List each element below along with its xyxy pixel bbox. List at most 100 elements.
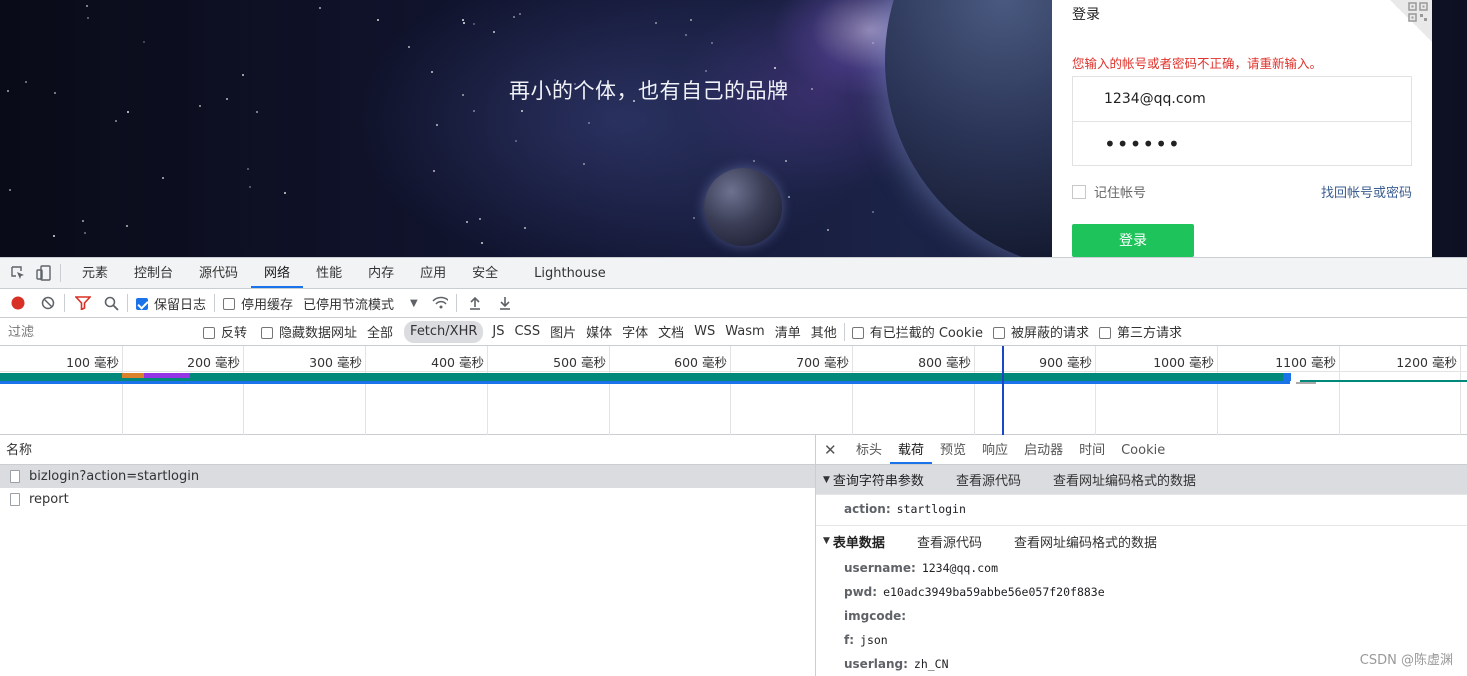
invert-label: 反转: [221, 326, 248, 341]
checkbox-unchecked[interactable]: [261, 326, 274, 339]
timeline-bar-report-connection: [1300, 380, 1467, 382]
resource-type-filter[interactable]: JS: [487, 321, 509, 343]
search-icon[interactable]: [103, 295, 119, 311]
detail-tab[interactable]: 响应: [974, 435, 1016, 464]
inspect-element-icon[interactable]: [10, 265, 26, 281]
star: [114, 119, 117, 122]
login-title: 登录: [1072, 7, 1100, 23]
timeline-gridline: [487, 346, 488, 435]
close-icon[interactable]: ✕: [824, 441, 844, 459]
form-view-url-encoded-link[interactable]: 查看网址编码格式的数据: [1014, 532, 1157, 551]
clear-icon[interactable]: [40, 295, 56, 311]
resource-type-filter[interactable]: Fetch/XHR: [404, 320, 484, 343]
export-har-icon[interactable]: [497, 295, 513, 311]
login-submit-button[interactable]: 登录: [1072, 224, 1194, 257]
login-error-message: 您输入的帐号或者密码不正确，请重新输入。: [1072, 56, 1323, 71]
disable-cache-checkbox[interactable]: 停用缓存: [223, 294, 293, 313]
devtools-tab[interactable]: 网络: [251, 258, 304, 288]
network-overview-timeline[interactable]: 100 毫秒 200 毫秒 300 毫秒 400 毫秒 500 毫秒 600 毫秒 700 …: [0, 346, 1467, 435]
third-party-checkbox[interactable]: 第三方请求: [1094, 321, 1187, 343]
param-value: json: [860, 633, 888, 647]
resource-type-filter[interactable]: 清单: [770, 321, 806, 343]
request-row[interactable]: report: [0, 488, 815, 511]
separator: [64, 294, 65, 312]
param-row[interactable]: imgcode:: [816, 604, 1467, 628]
separator: [843, 322, 845, 341]
request-list: 名称 bizlogin?action=startlogin report: [0, 435, 816, 676]
detail-tab[interactable]: 标头: [848, 435, 890, 464]
devtools-tab[interactable]: 安全: [459, 258, 511, 288]
third-party-label: 第三方请求: [1117, 326, 1183, 341]
timeline-tick-label: 900 毫秒: [1039, 355, 1092, 370]
checkbox-unchecked[interactable]: [992, 326, 1005, 339]
network-conditions-icon[interactable]: [432, 295, 448, 311]
timeline-tick-label: 1100 毫秒: [1275, 355, 1336, 370]
qr-login-corner[interactable]: [1390, 0, 1432, 42]
resource-type-filter[interactable]: 全部: [362, 321, 398, 343]
resource-type-filter[interactable]: WS: [689, 321, 720, 343]
filter-input[interactable]: [4, 321, 190, 342]
checkbox-unchecked[interactable]: [851, 326, 864, 339]
invert-checkbox[interactable]: 反转: [198, 321, 252, 343]
detail-tab[interactable]: 预览: [932, 435, 974, 464]
device-toolbar-icon[interactable]: [36, 265, 52, 281]
file-icon: [10, 493, 20, 506]
preserve-log-checkbox[interactable]: 保留日志: [136, 294, 206, 313]
remember-account-checkbox[interactable]: 记住帐号: [1072, 182, 1146, 201]
param-row[interactable]: action: startlogin: [816, 497, 1467, 521]
detail-tab[interactable]: 时间: [1071, 435, 1113, 464]
query-view-url-encoded-link[interactable]: 查看网址编码格式的数据: [1053, 470, 1196, 489]
star: [523, 226, 526, 229]
star: [246, 167, 249, 170]
resource-type-filter[interactable]: 文档: [653, 321, 689, 343]
blocked-requests-checkbox[interactable]: 被屏蔽的请求: [988, 321, 1094, 343]
checkbox-unchecked[interactable]: [1099, 326, 1111, 339]
resource-type-filter[interactable]: Wasm: [720, 321, 769, 343]
hide-data-urls-checkbox[interactable]: 隐藏数据网址: [256, 321, 362, 343]
devtools-tab[interactable]: 控制台: [121, 258, 186, 288]
filter-icon[interactable]: [75, 295, 91, 311]
blocked-cookies-checkbox[interactable]: 有已拦截的 Cookie: [847, 321, 988, 343]
devtools-tab[interactable]: 源代码: [186, 258, 251, 288]
timeline-marker-line: [1002, 346, 1004, 435]
param-row[interactable]: pwd: e10adc3949ba59abbe56e057f20f883e: [816, 580, 1467, 604]
column-header-name[interactable]: 名称: [0, 435, 815, 465]
param-row[interactable]: username: 1234@qq.com: [816, 556, 1467, 580]
star: [512, 16, 515, 19]
resource-type-filter[interactable]: 字体: [617, 321, 653, 343]
checkbox-box[interactable]: [1072, 184, 1086, 199]
detail-tab[interactable]: Cookie: [1113, 435, 1173, 464]
devtools-tab[interactable]: 内存: [355, 258, 407, 288]
forgot-password-link[interactable]: 找回帐号或密码: [1321, 182, 1412, 201]
checkbox-checked[interactable]: [136, 298, 148, 310]
timeline-gridline: [1339, 346, 1340, 435]
param-key: pwd:: [844, 585, 878, 599]
username-input[interactable]: 1234@qq.com: [1072, 76, 1412, 121]
checkbox-unchecked[interactable]: [203, 326, 215, 339]
resource-type-filter[interactable]: 图片: [545, 321, 581, 343]
detail-tab[interactable]: 载荷: [890, 435, 933, 464]
qr-code-icon[interactable]: [1408, 2, 1428, 22]
resource-type-filter[interactable]: 其他: [806, 321, 842, 343]
query-view-source-link[interactable]: 查看源代码: [956, 470, 1021, 489]
detail-tab[interactable]: 启动器: [1016, 435, 1071, 464]
import-har-icon[interactable]: [467, 295, 483, 311]
timeline-gridline: [365, 346, 366, 435]
blocked-requests-label: 被屏蔽的请求: [1010, 326, 1089, 341]
devtools-tab[interactable]: Lighthouse: [521, 258, 619, 288]
request-row[interactable]: bizlogin?action=startlogin: [0, 465, 815, 488]
devtools-tab[interactable]: 性能: [303, 258, 355, 288]
resource-type-filter[interactable]: 媒体: [581, 321, 617, 343]
checkbox-unchecked[interactable]: [223, 298, 236, 310]
form-data-header[interactable]: ▼ 表单数据 查看源代码 查看网址编码格式的数据: [816, 526, 1467, 556]
password-input[interactable]: ••••••: [1072, 121, 1412, 166]
devtools-tab[interactable]: 元素: [69, 258, 121, 288]
blocked-cookies-label: 有已拦截的 Cookie: [869, 326, 983, 341]
devtools-tab[interactable]: 应用: [407, 258, 459, 288]
web-page-viewport: 再小的个体，也有自己的品牌 登录 您输入的帐号或者密码不正确，请重新输入。 12…: [0, 0, 1467, 257]
form-view-source-link[interactable]: 查看源代码: [917, 532, 982, 551]
resource-type-filter[interactable]: CSS: [509, 321, 545, 343]
throttling-dropdown[interactable]: 已停用节流模式 ▼: [303, 294, 418, 313]
query-params-header[interactable]: ▼ 查询字符串参数 查看源代码 查看网址编码格式的数据: [816, 465, 1467, 495]
record-icon[interactable]: [10, 295, 26, 311]
